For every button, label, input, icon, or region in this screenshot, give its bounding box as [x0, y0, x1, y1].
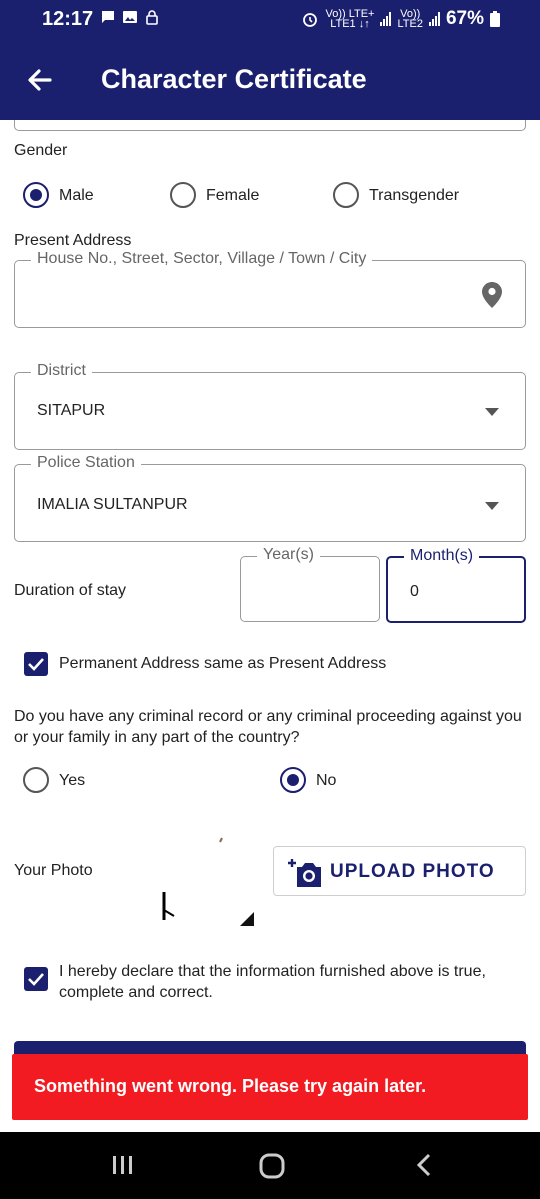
- declaration-checkbox[interactable]: [24, 967, 48, 991]
- location-pin-icon[interactable]: [481, 281, 503, 309]
- criminal-record-question: Do you have any criminal record or any c…: [14, 708, 522, 746]
- years-label: Year(s): [257, 546, 320, 564]
- photo-label: Your Photo: [14, 862, 93, 879]
- district-dropdown[interactable]: District SITAPUR: [14, 362, 526, 450]
- page-title: Character Certificate: [101, 64, 367, 94]
- error-snackbar: Something went wrong. Please try again l…: [12, 1054, 528, 1120]
- months-label: Month(s): [404, 547, 480, 565]
- gender-radio-male[interactable]: [23, 182, 49, 208]
- battery-icon: [490, 11, 500, 27]
- lock-icon: [146, 10, 158, 25]
- back-chevron-icon[interactable]: [414, 1152, 434, 1178]
- form-content[interactable]: Gender Male Female Transgender Present A…: [0, 120, 540, 1132]
- signal-2-icon: [428, 12, 440, 26]
- chevron-down-icon: [485, 408, 499, 416]
- criminal-no-label: No: [316, 772, 337, 789]
- status-time: 12:17: [42, 8, 94, 30]
- address-field-label: House No., Street, Sector, Village / Tow…: [31, 250, 373, 268]
- upload-photo-button[interactable]: UPLOAD PHOTO: [273, 846, 526, 896]
- criminal-yes-label: Yes: [59, 772, 86, 789]
- district-label: District: [31, 362, 92, 380]
- message-icon: [102, 11, 114, 23]
- alarm-icon: [303, 13, 318, 27]
- app-bar: Character Certificate: [0, 40, 540, 120]
- system-nav-bar: [0, 1132, 540, 1199]
- gender-radio-transgender[interactable]: [333, 182, 359, 208]
- previous-field[interactable]: [14, 120, 526, 131]
- gender-radio-female[interactable]: [170, 182, 196, 208]
- upload-photo-label: UPLOAD PHOTO: [330, 861, 495, 882]
- chevron-down-icon: [485, 502, 499, 510]
- check-icon: [28, 658, 44, 671]
- home-icon[interactable]: [258, 1152, 286, 1180]
- gender-transgender-label: Transgender: [369, 187, 460, 204]
- criminal-radio-no[interactable]: [280, 767, 306, 793]
- police-station-dropdown[interactable]: Police Station IMALIA SULTANPUR: [14, 454, 526, 542]
- police-station-value: IMALIA SULTANPUR: [37, 496, 188, 513]
- permanent-address-label: Permanent Address same as Present Addres…: [59, 655, 387, 672]
- battery-percent: 67%: [445, 8, 484, 29]
- months-input[interactable]: Month(s) 0: [386, 547, 526, 623]
- years-input[interactable]: Year(s): [240, 546, 380, 622]
- signal-1-icon: [380, 12, 392, 26]
- recents-icon[interactable]: [110, 1152, 136, 1178]
- address-input[interactable]: House No., Street, Sector, Village / Tow…: [14, 250, 526, 328]
- network-2-sub: LTE2: [397, 18, 423, 30]
- criminal-radio-yes[interactable]: [23, 767, 49, 793]
- check-icon: [28, 973, 44, 986]
- arrow-left-icon[interactable]: [22, 62, 58, 98]
- police-station-label: Police Station: [31, 454, 141, 472]
- status-bar: 12:17 Vo)) LTE+ LTE1 ↓↑ Vo)) LTE2 67%: [0, 0, 540, 40]
- gender-label: Gender: [14, 142, 68, 159]
- snackbar-message: Something went wrong. Please try again l…: [34, 1076, 427, 1096]
- gallery-icon: [123, 11, 137, 23]
- camera-plus-icon: [288, 859, 321, 887]
- declaration-label: I hereby declare that the information fu…: [59, 963, 486, 1001]
- gender-male-label: Male: [59, 187, 94, 204]
- district-value: SITAPUR: [37, 402, 106, 419]
- gender-female-label: Female: [206, 187, 260, 204]
- network-1-sub: LTE1 ↓↑: [330, 18, 370, 30]
- photo-preview: [162, 830, 258, 930]
- present-address-label: Present Address: [14, 232, 132, 249]
- permanent-address-checkbox[interactable]: [24, 652, 48, 676]
- months-value: 0: [410, 583, 419, 600]
- duration-label: Duration of stay: [14, 582, 127, 599]
